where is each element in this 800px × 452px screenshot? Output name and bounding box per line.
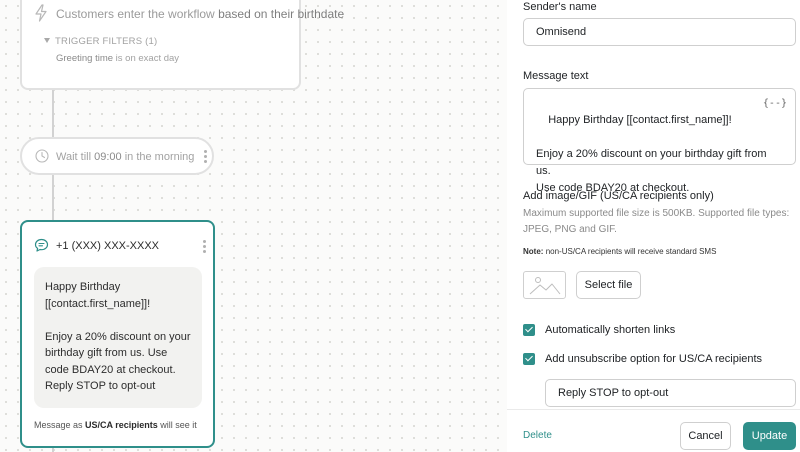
sender-name-input[interactable]: Omnisend [523,18,796,46]
sms-settings-panel: Sender's name Omnisend Message text Happ… [507,0,800,452]
wait-prefix: Wait till [56,151,92,163]
shorten-links-option[interactable]: Automatically shorten links [523,324,675,336]
select-file-button[interactable]: Select file [576,271,641,299]
trigger-title-prefix: Customers enter the workflow [56,7,215,21]
connector-line [52,175,54,220]
sms-phone-number: +1 (XXX) XXX-XXXX [56,240,160,252]
trigger-title: Customers enter the workflow based on th… [56,7,344,21]
unsubscribe-text-input[interactable]: Reply STOP to opt-out [545,379,796,407]
trigger-title-emphasis: based on their birthdate [218,7,345,21]
delete-button[interactable]: Delete [523,430,552,441]
workflow-canvas[interactable]: Customers enter the workflow based on th… [0,0,507,452]
shorten-links-checkbox[interactable] [523,324,535,336]
image-placeholder [523,271,566,299]
footer-divider [507,409,800,410]
trigger-filters-toggle[interactable]: TRIGGER FILTERS (1) [44,36,157,47]
bolt-icon [35,4,47,22]
image-upload-label: Add image/GIF (US/CA recipients only) [523,190,714,202]
message-text-value: Happy Birthday [[contact.first_name]]! E… [536,114,767,194]
note-label: Note: [523,247,544,256]
image-icon [529,277,561,295]
message-text-label: Message text [523,70,589,82]
image-upload-hint: Maximum supported file size is 500KB. Su… [523,208,790,235]
shorten-links-label: Automatically shorten links [545,324,676,336]
connector-line [52,90,54,137]
unsubscribe-label: Add unsubscribe option for US/CA recipie… [545,353,763,365]
cancel-button[interactable]: Cancel [680,422,731,450]
wait-suffix: in the morning [124,151,195,163]
chat-icon [34,238,49,252]
connector-line [52,448,54,452]
message-text-input[interactable]: Happy Birthday [[contact.first_name]]! E… [523,88,796,194]
sender-name-label: Sender's name [523,1,597,13]
trigger-filter-summary: Greeting time is on exact day [56,53,179,64]
sms-preview-footer: Message as US/CA recipients will see it [34,420,197,430]
variable-icon[interactable]: {--} [763,95,787,112]
wait-text: Wait till 09:00 in the morning [56,151,194,163]
wait-time: 09:00 [94,151,122,163]
unsubscribe-option[interactable]: Add unsubscribe option for US/CA recipie… [523,353,762,365]
sms-footer-audience: US/CA recipients [85,420,158,430]
clock-icon [35,149,49,163]
unsubscribe-checkbox[interactable] [523,353,535,365]
filter-field: Greeting time [56,53,114,64]
update-button[interactable]: Update [743,422,796,450]
sms-footer-suffix: will see it [160,420,197,430]
sms-fallback-note: Note: non-US/CA recipients will receive … [523,247,716,256]
sms-preview-bubble: Happy Birthday [[contact.first_name]]! E… [34,267,202,408]
wait-step[interactable]: Wait till 09:00 in the morning [20,137,214,175]
more-vertical-icon[interactable] [199,240,209,254]
chevron-down-icon [44,38,50,43]
trigger-filters-label: TRIGGER FILTERS (1) [55,36,158,47]
sms-step-card[interactable]: +1 (XXX) XXX-XXXX Happy Birthday [[conta… [20,220,215,448]
filter-condition: is on exact day [115,53,180,64]
sms-footer-prefix: Message as [34,420,83,430]
note-text: non-US/CA recipients will receive standa… [545,247,717,256]
trigger-card[interactable]: Customers enter the workflow based on th… [20,0,344,90]
more-vertical-icon[interactable] [200,150,210,164]
